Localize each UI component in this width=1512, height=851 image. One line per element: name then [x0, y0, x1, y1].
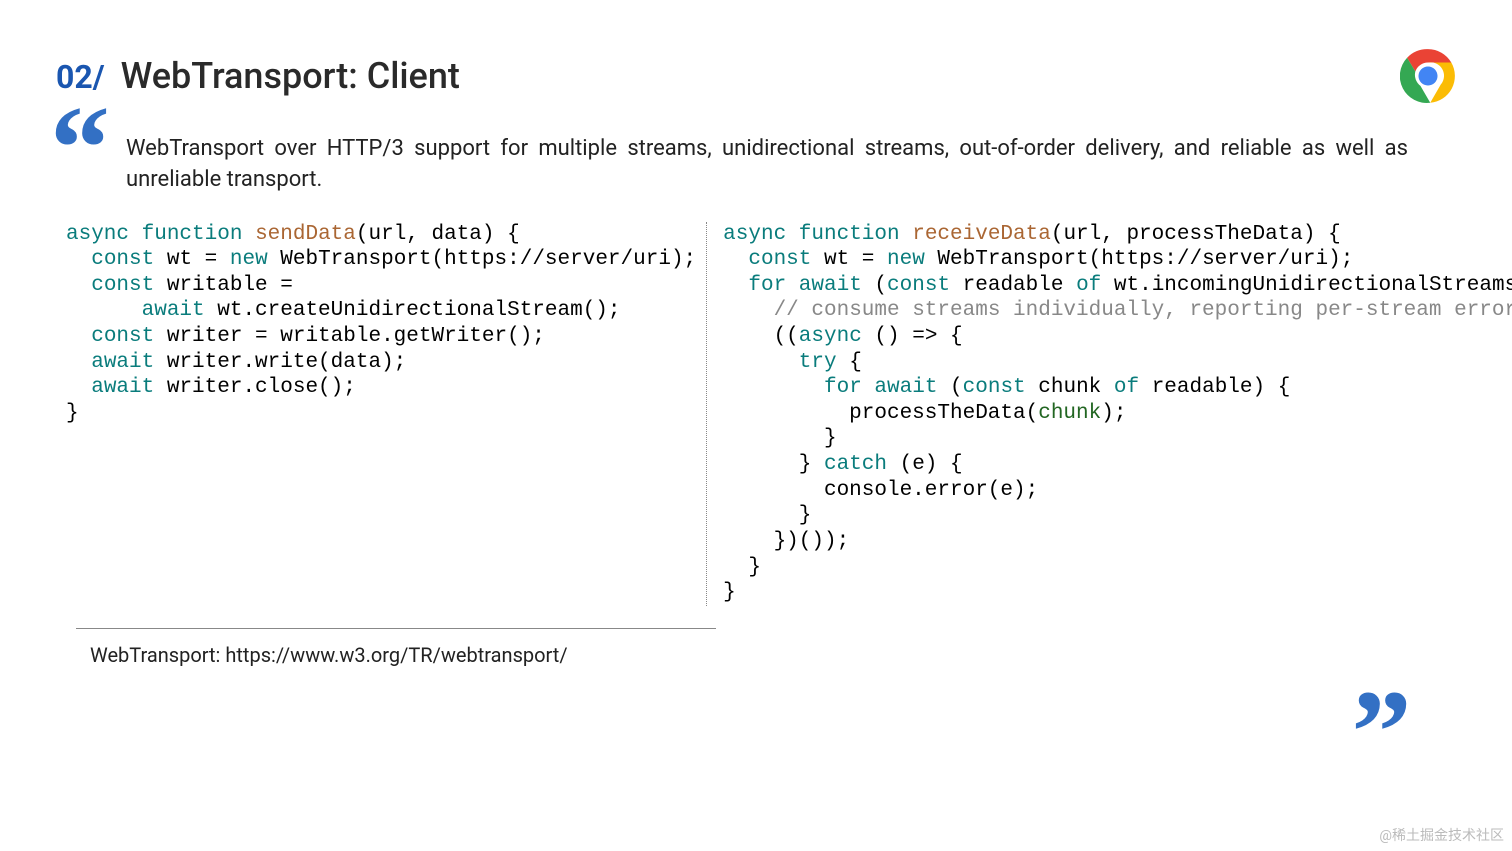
open-quote-icon: “ [50, 106, 100, 190]
code-block-left: async function sendData(url, data) { con… [66, 222, 707, 606]
chrome-icon [1400, 48, 1456, 104]
code-block-right: async function receiveData(url, processT… [723, 222, 1512, 606]
slide: 02/ WebTransport: Client “ WebTransport … [0, 0, 1512, 851]
code-row: async function sendData(url, data) { con… [66, 222, 1446, 606]
reference-text: WebTransport: https://www.w3.org/TR/webt… [90, 643, 1456, 667]
description-text: WebTransport over HTTP/3 support for mul… [126, 134, 1408, 196]
title-group: 02/ WebTransport: Client [56, 55, 460, 97]
slide-title: WebTransport: Client [121, 55, 460, 97]
separator [76, 628, 716, 629]
watermark-text: @稀土掘金技术社区 [1379, 825, 1504, 845]
slide-header: 02/ WebTransport: Client [56, 48, 1456, 104]
close-quote-icon: “ [1362, 647, 1412, 731]
